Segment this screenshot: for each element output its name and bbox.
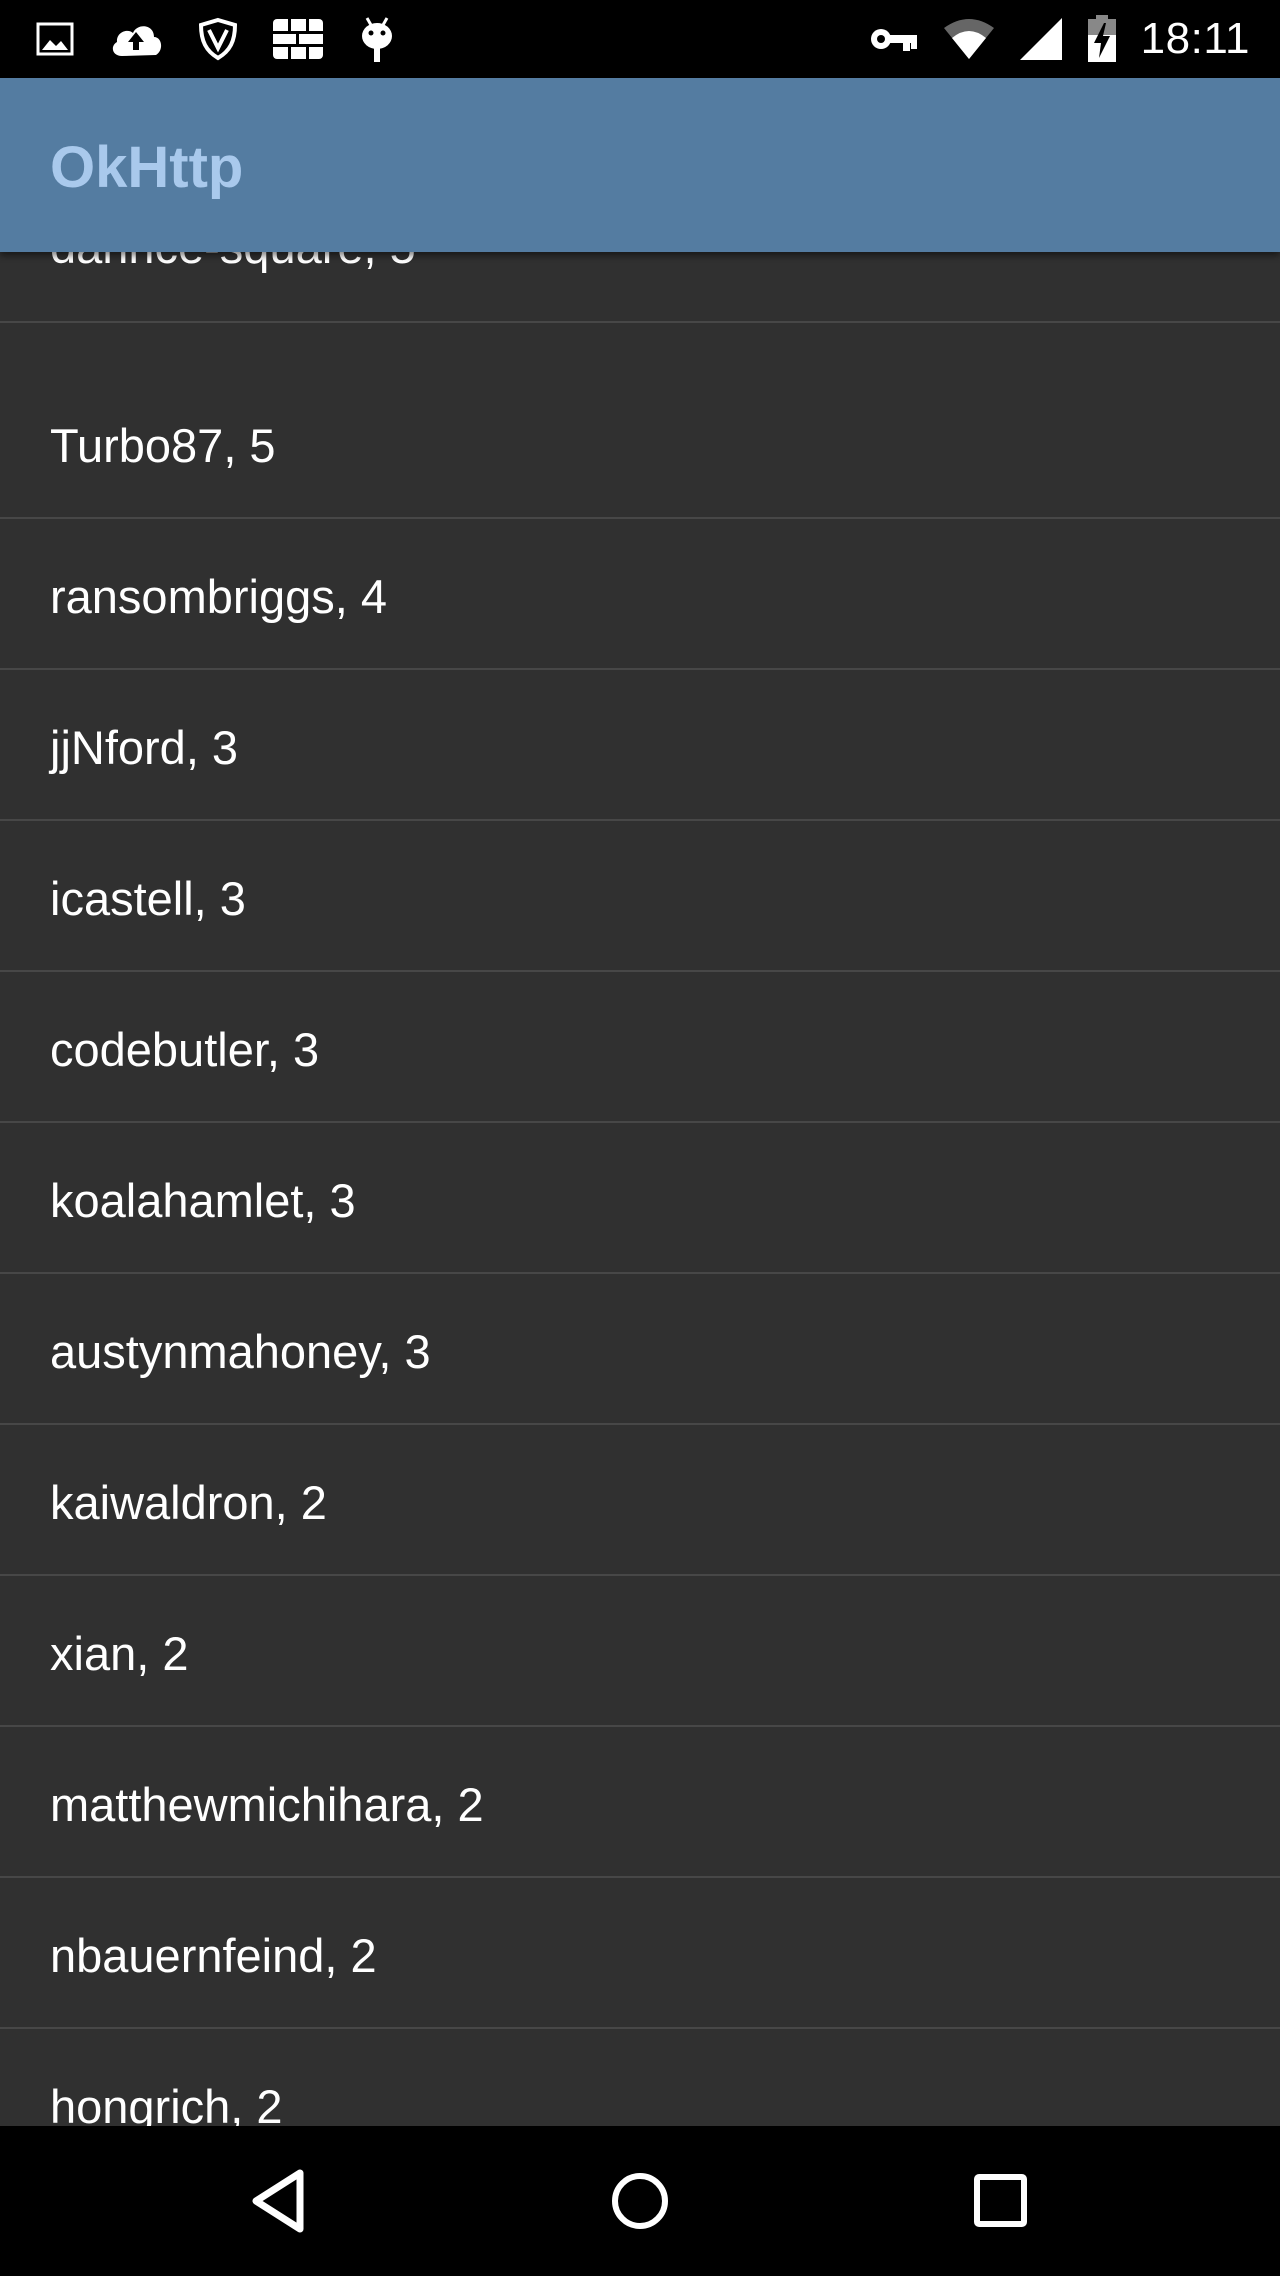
list-item[interactable]: icastell, 3 — [0, 821, 1280, 972]
battery-charging-icon — [1087, 15, 1116, 62]
contributors-list[interactable]: danrice-square, 5 Turbo87, 5 ransombrigg… — [0, 252, 1280, 2126]
brick-wall-icon — [273, 19, 323, 59]
cell-signal-icon — [1019, 18, 1062, 60]
list-item[interactable]: matthewmichihara, 2 — [0, 1727, 1280, 1878]
vpn-key-icon — [870, 29, 917, 51]
list-item[interactable]: danrice-square, 5 — [0, 252, 1280, 323]
android-icon — [362, 17, 392, 62]
recents-button[interactable] — [952, 2153, 1048, 2249]
back-button[interactable] — [234, 2153, 330, 2249]
list-item[interactable]: xian, 2 — [0, 1576, 1280, 1727]
navigation-bar — [0, 2126, 1280, 2276]
wifi-icon — [943, 19, 994, 59]
home-button[interactable] — [592, 2153, 688, 2249]
list-item-label: koalahamlet, 3 — [50, 1174, 356, 1227]
list-item[interactable]: ransombriggs, 4 — [0, 519, 1280, 670]
list-item-label: codebutler, 3 — [50, 1023, 320, 1076]
list-item[interactable]: koalahamlet, 3 — [0, 1123, 1280, 1274]
app-bar: OkHttp — [0, 78, 1280, 252]
list-item[interactable]: nbauernfeind, 2 — [0, 1878, 1280, 2029]
home-icon — [612, 2173, 668, 2229]
status-bar: 18:11 — [0, 0, 1280, 78]
list-item-label: Turbo87, 5 — [50, 419, 276, 472]
app-title: OkHttp — [50, 135, 244, 200]
clock-time: 18:11 — [1140, 14, 1250, 63]
system-icons: 18:11 — [845, 14, 1250, 64]
image-icon — [36, 22, 74, 56]
list-item-label: nbauernfeind, 2 — [50, 1929, 377, 1982]
list-item-label: austynmahoney, 3 — [50, 1325, 431, 1378]
cloud-upload-icon — [112, 26, 162, 56]
list-item-label: kaiwaldron, 2 — [50, 1476, 327, 1529]
list-item-label: icastell, 3 — [50, 872, 246, 925]
list-item-label: danrice-square, 5 — [50, 252, 416, 274]
list-item-label: jjNford, 3 — [50, 721, 239, 774]
shield-icon — [198, 17, 238, 61]
list-item[interactable]: jjNford, 3 — [0, 670, 1280, 821]
list-item[interactable]: Turbo87, 5 — [0, 368, 1280, 519]
recents-icon — [974, 2174, 1027, 2227]
list-item-label: xian, 2 — [50, 1627, 189, 1680]
list-item-label: ransombriggs, 4 — [50, 570, 387, 623]
list-item-label: hongrich, 2 — [50, 2080, 283, 2126]
list-item[interactable]: austynmahoney, 3 — [0, 1274, 1280, 1425]
list-item-label: matthewmichihara, 2 — [50, 1778, 484, 1831]
list-item[interactable]: hongrich, 2 — [0, 2029, 1280, 2126]
notification-icons — [36, 15, 430, 63]
back-icon — [252, 2169, 304, 2233]
list-item[interactable]: kaiwaldron, 2 — [0, 1425, 1280, 1576]
list-item[interactable]: codebutler, 3 — [0, 972, 1280, 1123]
